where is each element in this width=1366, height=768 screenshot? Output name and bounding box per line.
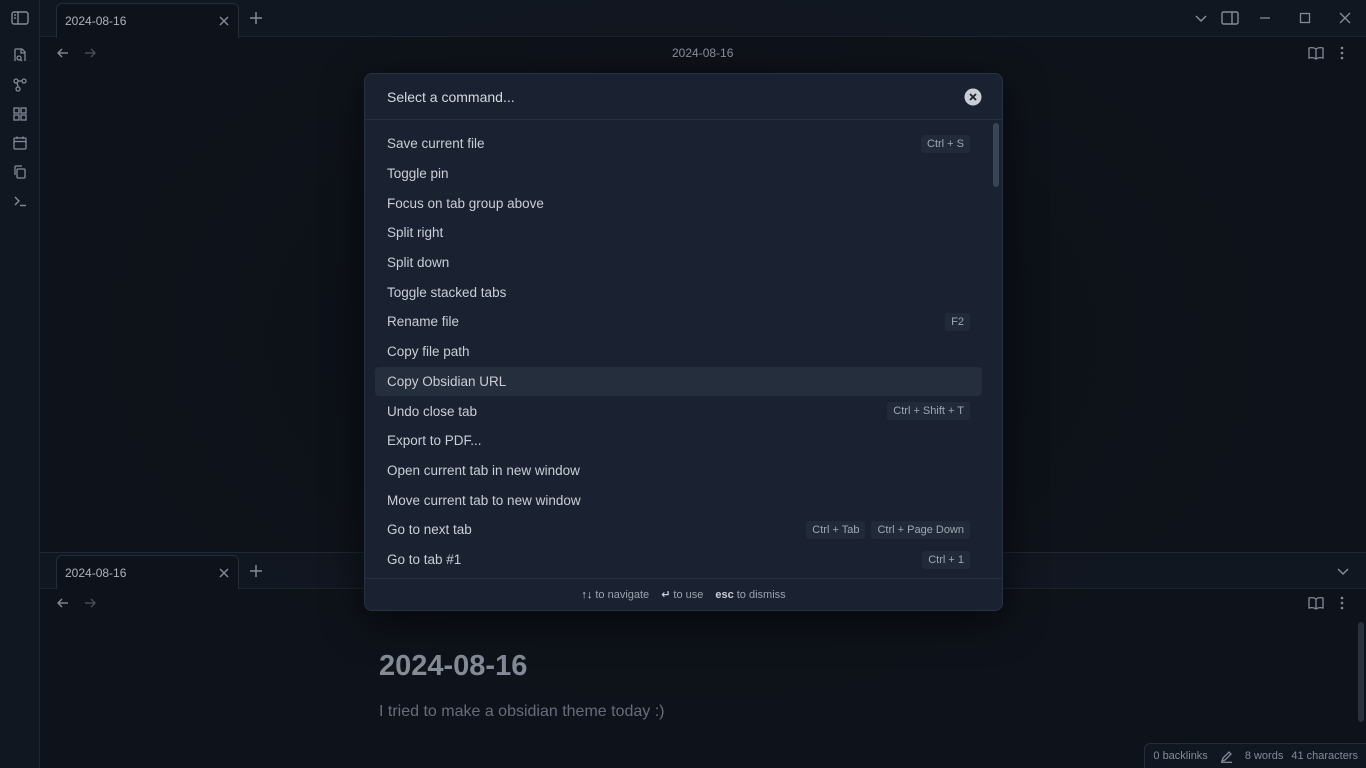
bottom-tab-active[interactable]: 2024-08-16 [56,555,239,589]
hotkey-group: Ctrl + S [921,135,970,153]
pane-title: 2024-08-16 [672,46,734,60]
close-icon[interactable] [218,15,230,27]
close-icon[interactable] [218,567,230,579]
open-file-icon[interactable] [10,45,30,65]
command-label: Export to PDF... [387,433,482,449]
command-palette: Select a command... Save current file Ctr… [364,73,1003,611]
command-item[interactable]: Go to tab #1 Ctrl + 1 [375,545,982,575]
word-count: 8 words [1244,750,1284,762]
more-options-icon[interactable] [1332,593,1352,613]
scrollbar[interactable] [993,123,999,187]
instruction-key: esc [715,588,734,601]
command-item[interactable]: Undo close tab Ctrl + Shift + T [375,396,982,426]
command-item[interactable]: Save current file Ctrl + S [375,129,982,159]
command-item[interactable]: Copy file path [375,337,982,367]
tab-title: 2024-08-16 [65,14,127,28]
instruction: ↑↓ to navigate [581,589,649,601]
command-label: Rename file [387,314,460,330]
command-label: Go to next tab [387,522,472,538]
status-bar: 0 backlinks 8 words 41 characters [1144,743,1366,768]
instruction-text: to use [673,589,704,601]
instruction: ↵ to use [661,588,703,601]
back-arrow-icon[interactable] [53,43,73,63]
command-label: Split right [387,225,444,241]
hotkey: Ctrl + 1 [922,550,970,569]
command-item[interactable]: Open current tab in new window [375,456,982,486]
reading-view-icon[interactable] [1306,593,1326,613]
terminal-icon[interactable] [10,191,30,211]
sidebar-toggle-icon[interactable] [10,8,30,28]
new-tab-plus-icon[interactable] [246,561,266,581]
hotkey: Ctrl + S [921,135,970,153]
more-options-icon[interactable] [1332,43,1352,63]
command-item[interactable]: Toggle stacked tabs [375,277,982,307]
left-ribbon [0,0,40,768]
hotkey-group: Ctrl + Tab Ctrl + Page Down [806,520,970,539]
hotkey: F2 [945,313,970,332]
command-label: Open current tab in new window [387,462,580,478]
instruction-text: to navigate [595,588,650,601]
command-label: Copy Obsidian URL [387,373,507,389]
hotkey: Ctrl + Shift + T [887,402,970,421]
chevron-down-icon[interactable] [1333,561,1353,581]
command-item[interactable]: Export to PDF... [375,426,982,456]
command-label: Focus on tab group above [387,195,544,211]
forward-arrow-icon[interactable] [80,43,100,63]
command-item[interactable]: Focus on tab group above [375,188,982,218]
command-item[interactable]: Copy Obsidian URL [375,366,982,397]
maximize-icon[interactable] [1295,8,1315,28]
prompt-instructions: ↑↓ to navigate ↵ to use esc to dismiss [365,578,1002,610]
command-item[interactable]: Split down [375,248,982,278]
graph-icon[interactable] [10,75,30,95]
command-item[interactable]: Split right [375,218,982,248]
command-label: Go to tab #1 [387,551,462,567]
hotkey-group: F2 [945,313,970,332]
tab-active[interactable]: 2024-08-16 [56,3,239,38]
tab-bar: 2024-08-16 [40,0,1366,38]
command-label: Toggle stacked tabs [387,284,507,300]
character-count: 41 characters [1291,750,1358,762]
scrollbar[interactable] [1358,622,1364,722]
hotkey: Ctrl + Tab [806,520,866,539]
calendar-icon[interactable] [10,133,30,153]
forward-arrow-icon[interactable] [80,593,100,613]
command-item[interactable]: Move current tab to new window [375,485,982,515]
command-item[interactable]: Toggle pin [375,159,982,189]
command-label: Save current file [387,136,485,152]
backlinks-count[interactable]: 0 backlinks [1153,750,1207,762]
note-body[interactable]: I tried to make a obsidian theme today :… [379,703,664,721]
clear-input-icon[interactable] [964,88,982,106]
hotkey-group: Ctrl + 1 [922,550,970,569]
command-label: Move current tab to new window [387,492,581,508]
command-search-input[interactable]: Select a command... [365,74,1002,120]
instruction-text: to dismiss [736,588,786,601]
new-tab-plus-icon[interactable] [246,8,266,28]
instruction-key: ↵ [661,589,671,601]
right-sidebar-toggle-icon[interactable] [1220,8,1240,28]
pencil-icon[interactable] [1220,750,1233,763]
chevron-down-icon[interactable] [1191,8,1211,28]
hotkey: Ctrl + Page Down [871,520,970,539]
command-label: Copy file path [387,344,470,360]
back-arrow-icon[interactable] [53,593,73,613]
instruction-key: ↑↓ [581,588,593,601]
note-title: 2024-08-16 [379,650,528,682]
command-item[interactable]: Rename file F2 [375,307,982,337]
command-item[interactable]: Go to next tab Ctrl + Tab Ctrl + Page Down [375,515,982,545]
instruction: esc to dismiss [715,589,785,601]
command-label: Split down [387,255,450,271]
command-label: Undo close tab [387,403,478,419]
minimize-icon[interactable] [1255,8,1275,28]
bottom-tab-title: 2024-08-16 [65,565,127,580]
reading-view-icon[interactable] [1306,43,1326,63]
command-list: Save current file Ctrl + S Toggle pin Focus… [375,129,982,574]
command-label: Toggle pin [387,166,449,182]
close-window-icon[interactable] [1335,8,1355,28]
hotkey-group: Ctrl + Shift + T [887,402,970,421]
canvas-icon[interactable] [10,104,30,124]
copy-icon[interactable] [10,162,30,182]
